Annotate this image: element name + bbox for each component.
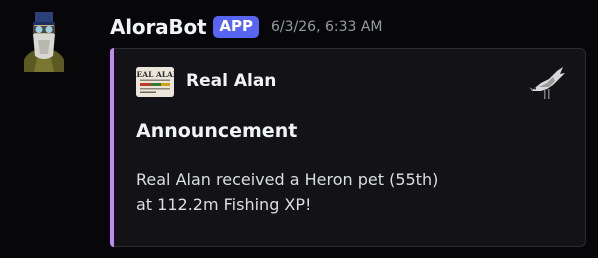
embed-title: Announcement	[136, 120, 298, 142]
message-timestamp[interactable]: 6/3/26, 6:33 AM	[271, 19, 383, 35]
heron-pet-icon[interactable]	[527, 65, 567, 101]
embed-description-line: Real Alan received a Heron pet (55th)	[136, 170, 439, 189]
app-badge: APP	[213, 16, 259, 38]
username[interactable]: AloraBot	[110, 15, 207, 39]
embed-accent-bar	[110, 48, 114, 247]
embed-description: Real Alan received a Heron pet (55th) at…	[136, 167, 556, 217]
real-alan-server-logo: REAL ALAN	[136, 67, 174, 97]
author-icon-text: REAL ALAN	[136, 70, 174, 79]
embed-description-line: at 112.2m Fishing XP!	[136, 195, 312, 214]
embed-card: REAL ALAN Real Alan Announcement	[110, 48, 586, 247]
wizard-avatar-icon[interactable]	[20, 10, 68, 72]
chat-message: AloraBot APP 6/3/26, 6:33 AM REAL ALAN R…	[0, 0, 598, 258]
message-header: AloraBot APP 6/3/26, 6:33 AM	[110, 11, 383, 43]
embed-author-name[interactable]: Real Alan	[186, 71, 276, 91]
